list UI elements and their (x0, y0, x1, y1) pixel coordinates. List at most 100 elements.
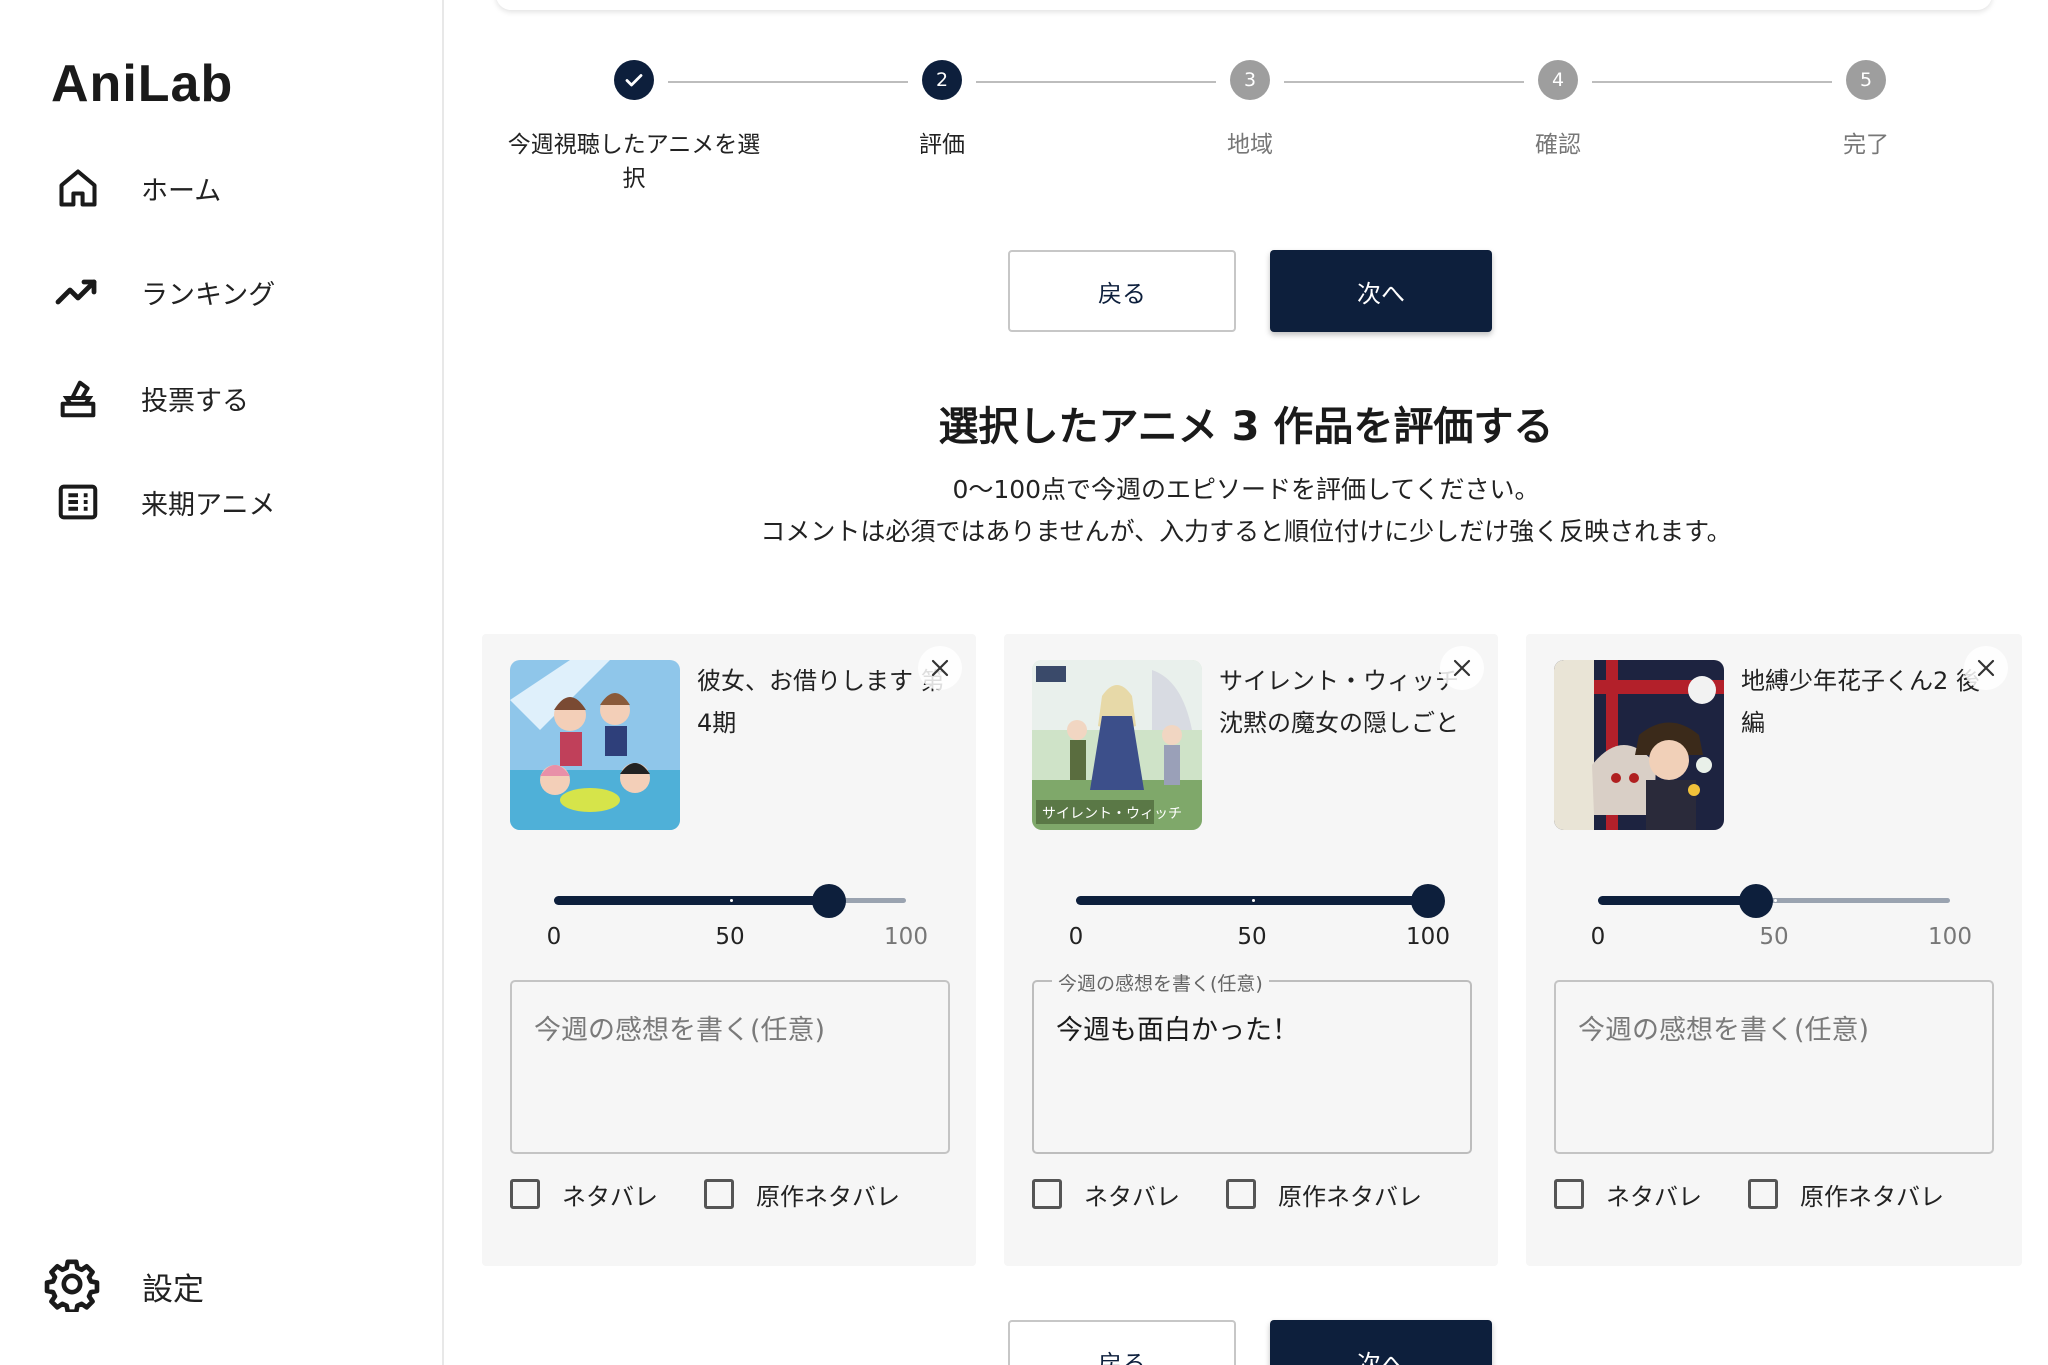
slider-marks: 0 50 100 (482, 924, 976, 954)
next-button[interactable]: 次へ (1270, 250, 1492, 332)
slider-thumb[interactable] (1739, 884, 1774, 918)
main-content: 今週視聴したアニメを選 択 2 評価 3 地域 4 確認 5 完了 戻る 次へ … (444, 0, 2048, 1365)
trending-up-icon (50, 264, 106, 320)
svg-text:サイレント・ウィッチ: サイレント・ウィッチ (1042, 806, 1182, 822)
spoiler-checkbox[interactable]: ネタバレ (1032, 1174, 1180, 1214)
page-title: 選択したアニメ 3 作品を評価する (938, 404, 1554, 450)
checkbox-label: 原作ネタバレ (1278, 1182, 1422, 1211)
checkbox-icon (1032, 1179, 1062, 1209)
checkbox-label: ネタバレ (562, 1182, 658, 1211)
slider-thumb[interactable] (1411, 884, 1445, 918)
slider-mark (1252, 899, 1255, 902)
checkbox-icon (1226, 1179, 1256, 1209)
mark-label: 100 (884, 924, 928, 950)
step-label: 確認 (1535, 132, 1581, 158)
spoiler-checkbox[interactable]: ネタバレ (1554, 1174, 1702, 1214)
sidebar-item-vote[interactable]: 投票する (50, 368, 410, 428)
top-panel-edge (496, 0, 1992, 10)
sidebar-item-label: ホーム (141, 175, 222, 207)
back-button-bottom[interactable]: 戻る (1008, 1320, 1236, 1365)
source-spoiler-checkbox[interactable]: 原作ネタバレ (1226, 1174, 1422, 1214)
step-label: 評価 (919, 132, 965, 158)
back-button[interactable]: 戻る (1008, 250, 1236, 332)
anime-thumbnail: サイレント・ウィッチ (1032, 660, 1202, 830)
next-button-bottom[interactable]: 次へ (1270, 1320, 1492, 1365)
mark-label: 0 (546, 924, 562, 950)
sidebar-item-ranking[interactable]: ランキング (50, 262, 410, 322)
comment-legend: 今週の感想を書く(任意) (1052, 969, 1269, 996)
step-region: 3 地域 (1110, 60, 1390, 162)
score-slider[interactable] (1598, 880, 1950, 920)
source-spoiler-checkbox[interactable]: 原作ネタバレ (1748, 1174, 1944, 1214)
comment-field[interactable]: 今週の感想を書く(任意) (510, 980, 950, 1154)
anime-title: 地縛少年花子くん2 後編 (1741, 667, 1980, 737)
sidebar-item-next-season[interactable]: 来期アニメ (50, 472, 410, 532)
mark-label: 0 (1068, 924, 1084, 950)
checkbox-icon (704, 1179, 734, 1209)
slider-mark (1774, 899, 1777, 902)
stepper: 今週視聴したアニメを選 択 2 評価 3 地域 4 確認 5 完了 (444, 60, 2048, 200)
close-icon (1453, 659, 1471, 677)
anime-thumbnail (1554, 660, 1724, 830)
checkbox-label: 原作ネタバレ (1800, 1182, 1944, 1211)
sidebar-item-label: ランキング (141, 279, 276, 311)
comment-placeholder: 今週の感想を書く(任意) (1578, 1015, 1870, 1046)
remove-card-button[interactable] (918, 646, 962, 690)
comment-value: 今週も面白かった！ (1056, 1015, 1299, 1046)
mark-label: 100 (1406, 924, 1450, 950)
step-complete: 5 完了 (1726, 60, 2006, 162)
step-select-anime: 今週視聴したアニメを選 択 (494, 60, 774, 196)
ballot-icon (50, 370, 106, 426)
step-number: 4 (1538, 60, 1578, 100)
home-icon (50, 160, 106, 216)
spoiler-options: ネタバレ 原作ネタバレ (510, 1174, 970, 1214)
slider-thumb[interactable] (811, 884, 846, 918)
checkbox-label: ネタバレ (1606, 1182, 1702, 1211)
slider-marks: 0 50 100 (1004, 924, 1498, 954)
sidebar-item-label: 来期アニメ (141, 489, 276, 521)
mark-label: 50 (715, 924, 745, 950)
gear-icon (44, 1256, 100, 1316)
anime-title: サイレント・ウィッチ 沈黙の魔女の隠しごと (1219, 667, 1459, 737)
remove-card-button[interactable] (1964, 646, 2008, 690)
comment-field[interactable]: 今週の感想を書く(任意) 今週も面白かった！ (1032, 969, 1472, 1154)
step-confirm: 4 確認 (1418, 60, 1698, 162)
slider-track (1598, 896, 1757, 905)
step-label: 今週視聴したアニメを選 択 (507, 132, 761, 192)
step-number: 3 (1230, 60, 1270, 100)
anime-thumbnail (510, 660, 680, 830)
mark-label: 50 (1237, 924, 1267, 950)
check-icon (614, 60, 654, 100)
score-slider[interactable] (554, 880, 906, 920)
spoiler-checkbox[interactable]: ネタバレ (510, 1174, 658, 1214)
anime-rating-card: 彼女、お借りします 第4期 0 50 100 今週の感想を書く(任意) ネタバレ (482, 634, 976, 1266)
anime-rating-card: 地縛少年花子くん2 後編 0 50 100 今週の感想を書く(任意) ネタバレ … (1526, 634, 2022, 1266)
checkbox-icon (510, 1179, 540, 1209)
step-rate: 2 評価 (802, 60, 1082, 162)
slider-marks: 0 50 100 (1526, 924, 2022, 954)
score-slider[interactable] (1076, 880, 1445, 920)
section-description-1: 0〜100点で今週のエピソードを評価してください。 (952, 475, 1540, 504)
source-spoiler-checkbox[interactable]: 原作ネタバレ (704, 1174, 900, 1214)
comment-field[interactable]: 今週の感想を書く(任意) (1554, 980, 1994, 1154)
step-label: 完了 (1843, 132, 1889, 158)
remove-card-button[interactable] (1440, 646, 1484, 690)
spoiler-options: ネタバレ 原作ネタバレ (1554, 1174, 2014, 1214)
anime-rating-card: サイレント・ウィッチ サイレント・ウィッチ 沈黙の魔女の隠しごと 0 50 10… (1004, 634, 1498, 1266)
close-icon (1977, 659, 1995, 677)
checkbox-label: ネタバレ (1084, 1182, 1180, 1211)
slider-track (554, 896, 829, 905)
step-number: 5 (1846, 60, 1886, 100)
close-icon (931, 659, 949, 677)
article-icon (50, 474, 106, 530)
mark-label: 0 (1590, 924, 1606, 950)
anime-title: 彼女、お借りします 第4期 (697, 667, 945, 737)
checkbox-icon (1748, 1179, 1778, 1209)
sidebar-item-settings[interactable]: 設定 (44, 1256, 204, 1316)
checkbox-icon (1554, 1179, 1584, 1209)
comment-placeholder: 今週の感想を書く(任意) (534, 1015, 826, 1046)
slider-mark (730, 899, 733, 902)
app-logo: AniLab (51, 55, 234, 113)
checkbox-label: 原作ネタバレ (756, 1182, 900, 1211)
sidebar-item-home[interactable]: ホーム (50, 158, 410, 218)
